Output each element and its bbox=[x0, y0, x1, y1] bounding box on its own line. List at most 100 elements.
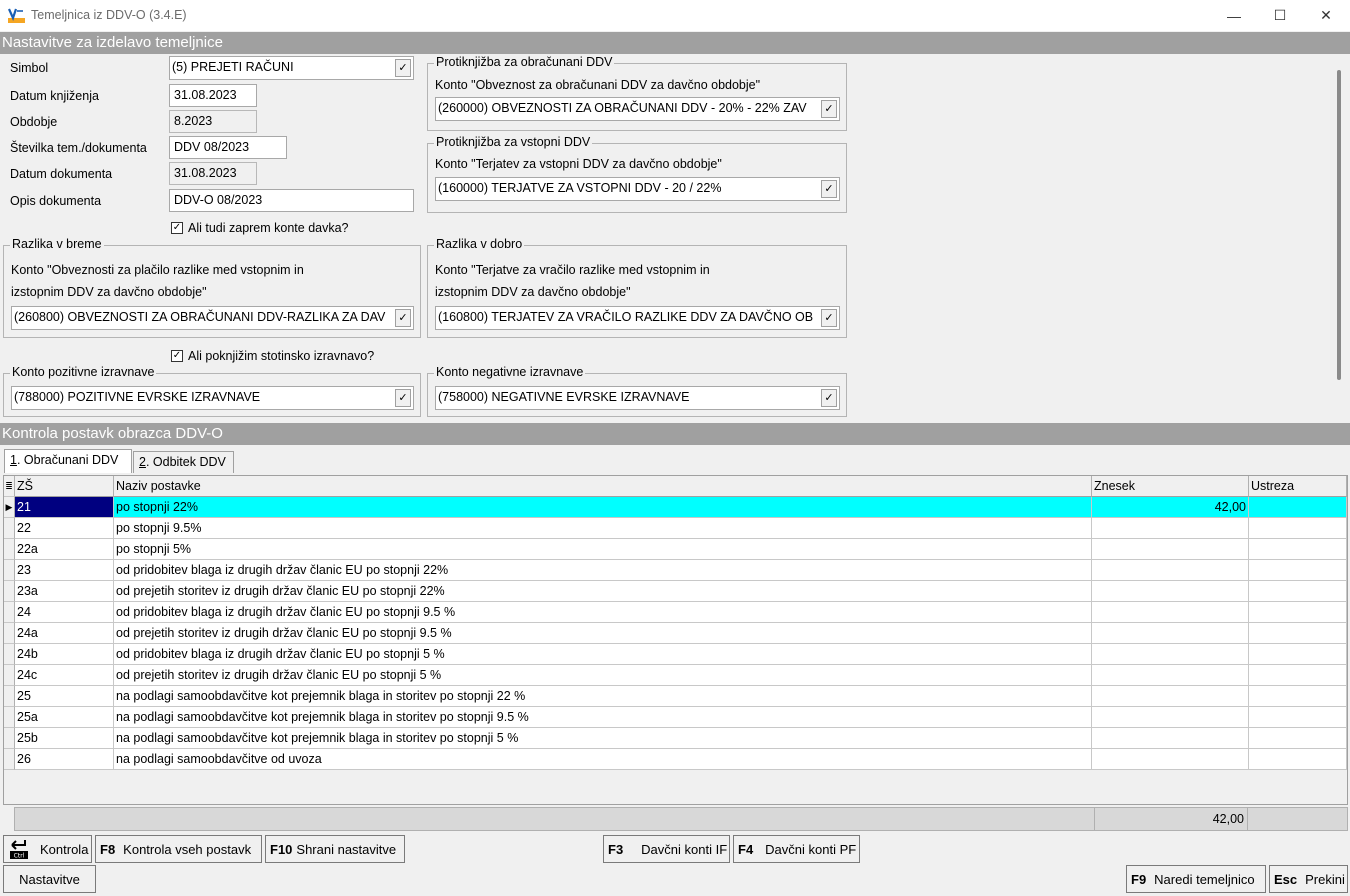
cell-naziv[interactable]: na podlagi samoobdavčitve od uvoza bbox=[114, 749, 1092, 770]
row-indicator[interactable] bbox=[4, 581, 15, 602]
prekini-button[interactable]: Esc Prekini bbox=[1269, 865, 1348, 893]
cell-zs[interactable]: 23a bbox=[15, 581, 114, 602]
cell-znesek[interactable] bbox=[1092, 581, 1249, 602]
nastavitve-button[interactable]: Nastavitve bbox=[3, 865, 96, 893]
cell-ustreza[interactable] bbox=[1249, 665, 1347, 686]
cell-zs[interactable]: 23 bbox=[15, 560, 114, 581]
protiknjizba-vstopni-combo[interactable]: (160000) TERJATVE ZA VSTOPNI DDV - 20 / … bbox=[435, 177, 840, 201]
row-indicator[interactable] bbox=[4, 539, 15, 560]
cell-znesek[interactable] bbox=[1092, 644, 1249, 665]
row-indicator[interactable] bbox=[4, 707, 15, 728]
kontrola-vseh-button[interactable]: F8 Kontrola vseh postavk bbox=[95, 835, 262, 863]
simbol-dropdown-icon[interactable]: ✓ bbox=[395, 59, 411, 77]
konto-negativne-dropdown-icon[interactable]: ✓ bbox=[821, 389, 837, 407]
cell-ustreza[interactable] bbox=[1249, 602, 1347, 623]
konto-pozitivne-combo[interactable]: (788000) POZITIVNE EVRSKE IZRAVNAVE ✓ bbox=[11, 386, 414, 410]
cell-znesek[interactable] bbox=[1092, 665, 1249, 686]
table-row[interactable]: 25 na podlagi samoobdavčitve kot prejemni… bbox=[4, 686, 1347, 707]
shrani-button[interactable]: F10 Shrani nastavitve bbox=[265, 835, 405, 863]
row-indicator[interactable] bbox=[4, 602, 15, 623]
table-row[interactable]: 25a na podlagi samoobdavčitve kot prejemn… bbox=[4, 707, 1347, 728]
table-row[interactable]: 22 po stopnji 9.5% bbox=[4, 518, 1347, 539]
table-row[interactable]: 25b na podlagi samoobdavčitve kot prejemn… bbox=[4, 728, 1347, 749]
cell-ustreza[interactable] bbox=[1249, 749, 1347, 770]
cell-znesek[interactable] bbox=[1092, 749, 1249, 770]
cell-znesek[interactable] bbox=[1092, 623, 1249, 644]
table-row[interactable]: 24b od pridobitev blaga iz drugih držav č… bbox=[4, 644, 1347, 665]
stevilka-input[interactable]: DDV 08/2023 bbox=[169, 136, 287, 159]
table-row[interactable]: ▶ 21 po stopnji 22% 42,00 bbox=[4, 497, 1347, 518]
konto-pozitivne-dropdown-icon[interactable]: ✓ bbox=[395, 389, 411, 407]
row-indicator[interactable] bbox=[4, 749, 15, 770]
table-row[interactable]: 24 od pridobitev blaga iz drugih držav čl… bbox=[4, 602, 1347, 623]
razlika-dobro-dropdown-icon[interactable]: ✓ bbox=[821, 309, 837, 327]
close-button[interactable]: ✕ bbox=[1303, 0, 1349, 31]
grid-column-chooser-icon[interactable]: ≣ bbox=[4, 476, 15, 497]
control-grid[interactable]: ≣ ZŠ Naziv postavke Znesek Ustreza ▶ 21 po… bbox=[3, 475, 1348, 805]
row-indicator[interactable] bbox=[4, 665, 15, 686]
cell-ustreza[interactable] bbox=[1249, 518, 1347, 539]
table-row[interactable]: 22a po stopnji 5% bbox=[4, 539, 1347, 560]
column-header-ustreza[interactable]: Ustreza bbox=[1249, 476, 1347, 497]
column-header-zs[interactable]: ZŠ bbox=[15, 476, 114, 497]
cell-ustreza[interactable] bbox=[1249, 644, 1347, 665]
cell-naziv[interactable]: od pridobitev blaga iz drugih držav član… bbox=[114, 644, 1092, 665]
cell-zs[interactable]: 26 bbox=[15, 749, 114, 770]
cell-zs[interactable]: 22 bbox=[15, 518, 114, 539]
cell-zs[interactable]: 25 bbox=[15, 686, 114, 707]
razlika-dobro-combo[interactable]: (160800) TERJATEV ZA VRAČILO RAZLIKE DDV… bbox=[435, 306, 840, 330]
cell-naziv[interactable]: od pridobitev blaga iz drugih držav član… bbox=[114, 602, 1092, 623]
cell-ustreza[interactable] bbox=[1249, 707, 1347, 728]
cell-naziv[interactable]: po stopnji 9.5% bbox=[114, 518, 1092, 539]
cell-znesek[interactable] bbox=[1092, 539, 1249, 560]
opis-input[interactable]: DDV-O 08/2023 bbox=[169, 189, 414, 212]
davcni-if-button[interactable]: F3 Davčni konti IF bbox=[603, 835, 730, 863]
cell-ustreza[interactable] bbox=[1249, 686, 1347, 707]
konto-negativne-combo[interactable]: (758000) NEGATIVNE EVRSKE IZRAVNAVE ✓ bbox=[435, 386, 840, 410]
cell-znesek[interactable] bbox=[1092, 728, 1249, 749]
protiknjizba-vstopni-dropdown-icon[interactable]: ✓ bbox=[821, 180, 837, 198]
cell-znesek[interactable] bbox=[1092, 686, 1249, 707]
cell-naziv[interactable]: po stopnji 5% bbox=[114, 539, 1092, 560]
cell-naziv[interactable]: od prejetih storitev iz drugih držav čla… bbox=[114, 665, 1092, 686]
table-row[interactable]: 23a od prejetih storitev iz drugih držav … bbox=[4, 581, 1347, 602]
row-indicator[interactable] bbox=[4, 560, 15, 581]
cell-ustreza[interactable] bbox=[1249, 623, 1347, 644]
cell-znesek[interactable] bbox=[1092, 707, 1249, 728]
cell-znesek[interactable]: 42,00 bbox=[1092, 497, 1249, 518]
table-row[interactable]: 24c od prejetih storitev iz drugih držav … bbox=[4, 665, 1347, 686]
cell-znesek[interactable] bbox=[1092, 602, 1249, 623]
tab-obracunani-ddv[interactable]: 1. Obračunani DDV bbox=[4, 449, 132, 473]
naredi-temeljnico-button[interactable]: F9 Naredi temeljnico bbox=[1126, 865, 1266, 893]
cell-naziv[interactable]: na podlagi samoobdavčitve kot prejemnik … bbox=[114, 707, 1092, 728]
zaprem-konte-checkbox[interactable]: ✓ bbox=[171, 222, 183, 234]
cell-zs[interactable]: 25a bbox=[15, 707, 114, 728]
kontrola-button[interactable]: Ctrl Kontrola bbox=[3, 835, 92, 863]
cell-zs[interactable]: 21 bbox=[15, 497, 114, 518]
maximize-button[interactable]: ☐ bbox=[1257, 0, 1303, 31]
table-row[interactable]: 24a od prejetih storitev iz drugih držav … bbox=[4, 623, 1347, 644]
cell-zs[interactable]: 25b bbox=[15, 728, 114, 749]
cell-ustreza[interactable] bbox=[1249, 581, 1347, 602]
protiknjizba-obracunani-combo[interactable]: (260000) OBVEZNOSTI ZA OBRAČUNANI DDV - … bbox=[435, 97, 840, 121]
cell-znesek[interactable] bbox=[1092, 560, 1249, 581]
cell-znesek[interactable] bbox=[1092, 518, 1249, 539]
row-pointer-icon[interactable]: ▶ bbox=[4, 497, 15, 518]
cell-naziv[interactable]: na podlagi samoobdavčitve kot prejemnik … bbox=[114, 728, 1092, 749]
cell-ustreza[interactable] bbox=[1249, 728, 1347, 749]
row-indicator[interactable] bbox=[4, 686, 15, 707]
row-indicator[interactable] bbox=[4, 518, 15, 539]
cell-zs[interactable]: 22a bbox=[15, 539, 114, 560]
table-row[interactable]: 26 na podlagi samoobdavčitve od uvoza bbox=[4, 749, 1347, 770]
row-indicator[interactable] bbox=[4, 623, 15, 644]
stotinsko-checkbox[interactable]: ✓ bbox=[171, 350, 183, 362]
column-header-znesek[interactable]: Znesek bbox=[1092, 476, 1249, 497]
cell-zs[interactable]: 24 bbox=[15, 602, 114, 623]
cell-naziv[interactable]: od pridobitev blaga iz drugih držav član… bbox=[114, 560, 1092, 581]
table-row[interactable]: 23 od pridobitev blaga iz drugih držav čl… bbox=[4, 560, 1347, 581]
razlika-breme-combo[interactable]: (260800) OBVEZNOSTI ZA OBRAČUNANI DDV-RA… bbox=[11, 306, 414, 330]
tab-odbitek-ddv[interactable]: 2. Odbitek DDV bbox=[133, 451, 234, 473]
row-indicator[interactable] bbox=[4, 728, 15, 749]
protiknjizba-obracunani-dropdown-icon[interactable]: ✓ bbox=[821, 100, 837, 118]
cell-ustreza[interactable] bbox=[1249, 497, 1347, 518]
